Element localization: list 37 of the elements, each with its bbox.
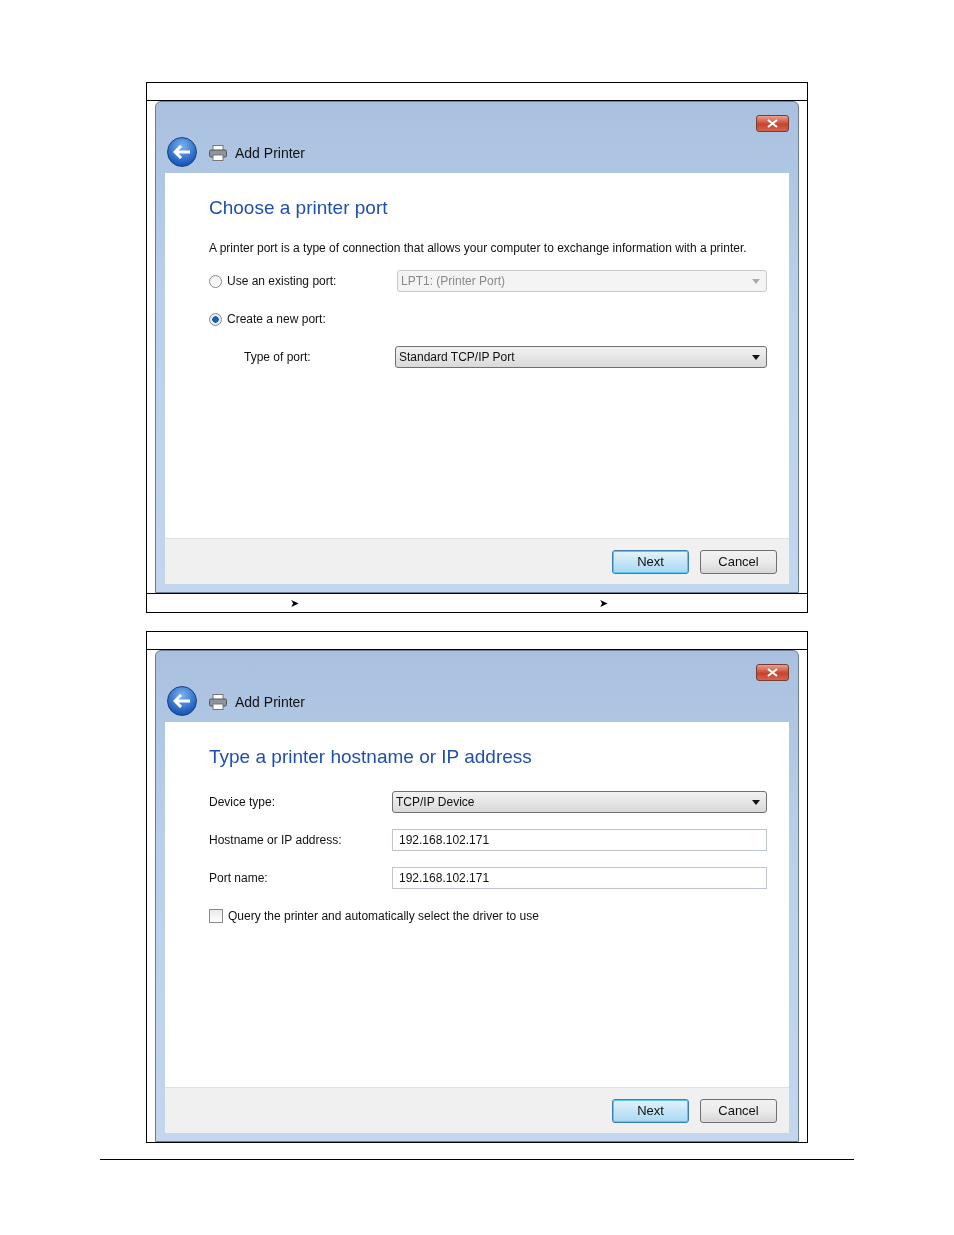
- printer-icon: [209, 694, 227, 710]
- field-label: Hostname or IP address:: [209, 833, 343, 847]
- input-field[interactable]: 192.168.102.171: [392, 829, 767, 851]
- page-heading: Choose a printer port: [209, 197, 389, 219]
- back-arrow-icon: [173, 694, 191, 708]
- description-text: A printer port is a type of connection that allows your computer to exchange information with a printer.: [209, 241, 748, 255]
- dropdown[interactable]: Standard TCP/IP Port: [395, 346, 767, 368]
- dropdown[interactable]: TCP/IP Device: [392, 791, 767, 813]
- field-label: Type of port:: [244, 350, 312, 364]
- input-field[interactable]: 192.168.102.171: [392, 867, 767, 889]
- field-label: Port name:: [209, 871, 269, 885]
- dialog-button[interactable]: Next: [612, 549, 689, 574]
- back-button[interactable]: [167, 137, 197, 167]
- radio-button[interactable]: [209, 312, 222, 326]
- printer-icon: [209, 145, 227, 161]
- close-icon: [767, 119, 778, 128]
- caret-icon: [752, 354, 760, 360]
- checkbox[interactable]: [209, 909, 223, 923]
- close-button[interactable]: [756, 664, 789, 681]
- close-icon: [767, 668, 778, 677]
- radio-label: Use an existing port:: [227, 274, 338, 288]
- page-heading: Type a printer hostname or IP address: [209, 746, 533, 768]
- radio-label: Create a new port:: [227, 312, 327, 326]
- close-button[interactable]: [756, 115, 789, 132]
- caret-icon: [752, 799, 760, 805]
- dialog-button[interactable]: Next: [612, 1098, 689, 1123]
- caret-icon: [752, 278, 760, 284]
- window-title: Add Printer: [235, 145, 306, 161]
- back-button[interactable]: [167, 686, 197, 716]
- back-arrow-icon: [173, 145, 191, 159]
- window-title: Add Printer: [235, 694, 306, 710]
- field-label: Device type:: [209, 795, 277, 809]
- dialog-button[interactable]: Cancel: [700, 1098, 777, 1123]
- arrow-glyph: ➤: [599, 597, 608, 609]
- arrow-glyph: ➤: [290, 597, 299, 609]
- dialog-button[interactable]: Cancel: [700, 549, 777, 574]
- checkbox-label: Query the printer and automatically select the driver to use: [228, 909, 539, 923]
